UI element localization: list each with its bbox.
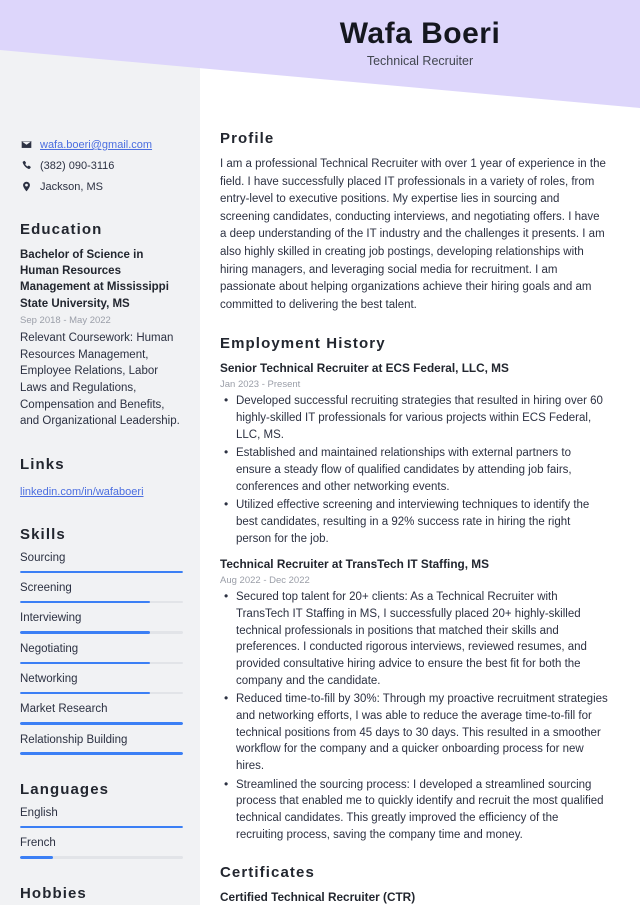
skill-level-track (20, 691, 183, 695)
sidebar-section-education: Education Bachelor of Science in Human R… (20, 221, 183, 430)
location-pin-icon (20, 180, 32, 192)
skill-level-track (20, 722, 183, 725)
links-heading: Links (20, 455, 65, 473)
skill-label: Negotiating (20, 642, 79, 655)
skill-level-fill (20, 752, 183, 755)
sidebar: wafa.boeri@gmail.com (382) 090-3116 Jack… (0, 0, 200, 905)
email-link[interactable]: wafa.boeri@gmail.com (40, 138, 152, 153)
education-description: Relevant Coursework: Human Resources Man… (20, 331, 180, 428)
contact-item-email: wafa.boeri@gmail.com (20, 138, 183, 153)
envelope-icon (20, 138, 32, 150)
skill-level-track (20, 631, 183, 634)
skill-level-fill (20, 661, 151, 665)
skill-level-fill (20, 722, 183, 725)
skill-label: Market Research (20, 703, 108, 716)
section-certificates: Certificates Certified Technical Recruit… (220, 864, 608, 905)
location-value: Jackson, MS (40, 180, 103, 193)
language-level-fill (20, 856, 53, 859)
skill-label: Screening (20, 582, 72, 595)
languages-list: English French (20, 807, 183, 859)
hobbies-heading: Hobbies (20, 884, 87, 902)
job-bullet: Reduced time-to-fill by 30%: Through my … (220, 690, 608, 774)
contact-item-location: Jackson, MS (20, 180, 183, 195)
job-bullet: Developed successful recruiting strategi… (220, 392, 608, 443)
language-label: English (20, 806, 58, 819)
skill-label: Relationship Building (20, 733, 128, 746)
profile-text: I am a professional Technical Recruiter … (220, 158, 606, 311)
language-level-fill (20, 825, 183, 829)
job-bullets: Developed successful recruiting strategi… (220, 392, 608, 547)
phone-icon (20, 159, 32, 171)
language-label: French (20, 837, 56, 850)
section-profile: Profile I am a professional Technical Re… (220, 130, 608, 314)
phone-value: (382) 090-3116 (40, 159, 115, 172)
skill-level-track (20, 752, 183, 755)
job-title: Senior Technical Recruiter at ECS Federa… (220, 361, 509, 376)
skill-item: Networking (20, 673, 183, 695)
skill-label: Networking (20, 673, 78, 686)
main-column: Profile I am a professional Technical Re… (200, 0, 640, 905)
contact-item-phone: (382) 090-3116 (20, 159, 183, 174)
job-bullets: Secured top talent for 20+ clients: As a… (220, 588, 608, 844)
certificates-heading: Certificates (220, 864, 315, 882)
education-degree: Bachelor of Science in Human Resources M… (20, 248, 169, 310)
sidebar-section-hobbies: Hobbies Networking (20, 885, 183, 905)
skill-level-track (20, 570, 183, 574)
skill-item: Market Research (20, 703, 183, 725)
language-item: French (20, 837, 183, 859)
contact-list: wafa.boeri@gmail.com (382) 090-3116 Jack… (20, 138, 183, 195)
skill-label: Interviewing (20, 612, 82, 625)
sidebar-section-languages: Languages English French (20, 781, 183, 859)
skill-item: Relationship Building (20, 734, 183, 755)
skill-level-track (20, 600, 183, 604)
skill-item: Interviewing (20, 612, 183, 634)
job-bullet: Utilized effective screening and intervi… (220, 496, 608, 547)
skill-level-fill (20, 570, 183, 574)
education-dates: Sep 2018 - May 2022 (20, 314, 111, 326)
skills-heading: Skills (20, 525, 66, 543)
linkedin-link[interactable]: linkedin.com/in/wafaboeri (20, 486, 144, 498)
skill-item: Sourcing (20, 551, 183, 574)
language-item: English (20, 806, 183, 829)
resume-page: Wafa Boeri Technical Recruiter wafa.boer… (0, 0, 640, 905)
job-entry: Technical Recruiter at TransTech IT Staf… (220, 557, 608, 843)
language-level-track (20, 825, 183, 829)
sidebar-section-links: Links linkedin.com/in/wafaboeri (20, 456, 183, 500)
job-bullet: Streamlined the sourcing process: I deve… (220, 776, 608, 844)
education-heading: Education (20, 220, 103, 238)
job-bullet: Established and maintained relationships… (220, 444, 608, 495)
skills-list: Sourcing Screening Interviewing Negotiating… (20, 552, 183, 755)
jobs-list: Senior Technical Recruiter at ECS Federa… (220, 361, 608, 843)
job-dates: Jan 2023 - Present (220, 379, 301, 391)
employment-heading: Employment History (220, 335, 386, 353)
languages-heading: Languages (20, 780, 110, 798)
job-dates: Aug 2022 - Dec 2022 (220, 575, 310, 587)
certificate-name: Certified Technical Recruiter (CTR) (220, 890, 416, 905)
skill-label: Sourcing (20, 551, 66, 564)
job-bullet: Secured top talent for 20+ clients: As a… (220, 588, 608, 689)
certificate-entry: Certified Technical Recruiter (CTR)Jun 2… (220, 890, 608, 905)
job-entry: Senior Technical Recruiter at ECS Federa… (220, 361, 608, 547)
skill-level-fill (20, 600, 151, 604)
skill-level-fill (20, 691, 151, 695)
skill-item: Screening (20, 582, 183, 604)
skill-level-track (20, 661, 183, 665)
profile-heading: Profile (220, 130, 275, 147)
certificates-list: Certified Technical Recruiter (CTR)Jun 2… (220, 890, 608, 905)
sidebar-section-skills: Skills Sourcing Screening Interviewing Nego… (20, 526, 183, 755)
section-employment-history: Employment History Senior Technical Recr… (220, 335, 608, 843)
language-level-track (20, 856, 183, 859)
skill-level-fill (20, 631, 151, 634)
job-title: Technical Recruiter at TransTech IT Staf… (220, 557, 489, 572)
skill-item: Negotiating (20, 642, 183, 665)
